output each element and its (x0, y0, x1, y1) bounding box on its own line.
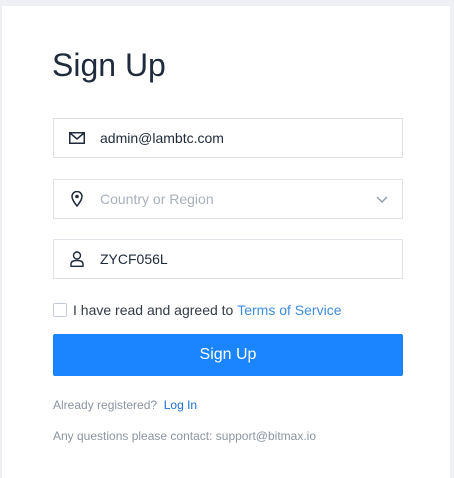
already-registered: Already registered? Log In (53, 398, 197, 412)
page-title: Sign Up (52, 47, 166, 83)
email-field-container[interactable] (53, 118, 403, 158)
terms-checkbox[interactable] (53, 303, 67, 317)
email-field[interactable] (100, 119, 402, 157)
chevron-down-icon[interactable] (362, 196, 402, 203)
username-field-container[interactable] (53, 239, 403, 279)
terms-of-service-link[interactable]: Terms of Service (237, 302, 341, 318)
terms-text: I have read and agreed to (73, 302, 238, 318)
terms-agreement: I have read and agreed to Terms of Servi… (53, 302, 341, 318)
sign-up-button[interactable]: Sign Up (53, 334, 403, 376)
username-field[interactable] (100, 240, 402, 278)
country-select[interactable]: Country or Region (53, 179, 403, 219)
user-icon (54, 251, 100, 267)
contact-text: Any questions please contact: support@bi… (53, 429, 316, 443)
already-registered-text: Already registered? (53, 398, 161, 412)
envelope-icon (54, 132, 100, 144)
location-pin-icon (54, 191, 100, 207)
country-placeholder: Country or Region (100, 191, 214, 207)
log-in-link[interactable]: Log In (164, 398, 197, 412)
